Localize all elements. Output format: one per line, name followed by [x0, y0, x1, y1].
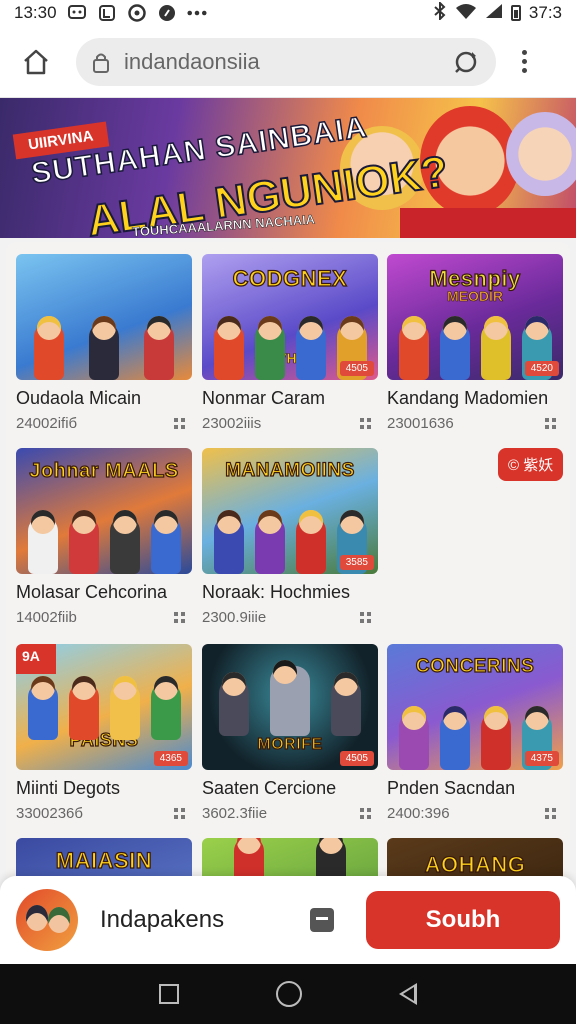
game-meta: 14002fiib [16, 609, 77, 626]
card-more-icon[interactable] [360, 807, 372, 820]
game-characters [202, 660, 378, 736]
bluetooth-icon [433, 0, 447, 25]
browser-toolbar: indandaonsiia [0, 26, 576, 98]
card-more-icon[interactable] [174, 611, 186, 624]
card-more-icon[interactable] [360, 611, 372, 624]
game-badge: 4505 [339, 751, 374, 766]
game-thumbnail[interactable]: MORIFE 4505 [202, 644, 378, 770]
bookmark-icon[interactable] [310, 908, 334, 932]
account-name[interactable]: Indapakens [100, 906, 310, 934]
game-logo: MAIASIN [55, 847, 153, 873]
notification-icon [97, 4, 117, 22]
game-logo-secondary: MEODIR [447, 288, 504, 305]
card-more-icon[interactable] [360, 417, 372, 430]
game-logo: AOHANG [424, 851, 526, 877]
compass-icon [157, 4, 177, 22]
game-title[interactable]: Saaten Cercione [202, 778, 378, 799]
game-card[interactable]: Johnar MAALS Molasar Cehcorina 14002fiib [16, 448, 192, 626]
browser-menu-button[interactable] [512, 42, 536, 82]
game-meta: 3300236б [16, 805, 83, 822]
game-meta: 2300.9iiie [202, 609, 267, 626]
game-meta: 3602.3fiie [202, 805, 268, 822]
game-title[interactable]: Noraak: Hochmies [202, 582, 378, 603]
card-more-icon[interactable] [545, 417, 557, 430]
game-card[interactable]: MORIFE 4505 Saaten Cercione 3602.3fiie [202, 644, 378, 822]
more-status-icon [187, 4, 207, 22]
game-thumbnail[interactable]: CONCERINS 4375 [387, 644, 563, 770]
game-badge: 4505 [339, 361, 374, 376]
game-meta: 23001636 [387, 415, 454, 432]
game-badge: 4375 [524, 751, 559, 766]
floating-badge[interactable]: © 紫妖 [498, 448, 564, 481]
game-card[interactable]: Oudaola Micain 24002ifiб [16, 254, 192, 432]
game-logo: CONCERINS [415, 655, 535, 677]
hero-character [506, 112, 576, 196]
game-characters [16, 504, 192, 574]
home-button[interactable] [14, 40, 58, 84]
game-card[interactable]: CODGNEX OIIIVHENS 4505 Nonmar Caram 2300… [202, 254, 378, 432]
avatar[interactable] [16, 889, 78, 951]
game-thumbnail[interactable]: 9A PAISNS 4365 [16, 644, 192, 770]
message-icon [67, 4, 87, 22]
game-badge: 4520 [524, 361, 559, 376]
card-more-icon[interactable] [545, 807, 557, 820]
recent-apps-icon[interactable] [158, 984, 179, 1004]
game-meta: 23002iiis [202, 415, 262, 432]
game-title[interactable]: Kandang Madomien [387, 388, 563, 409]
game-logo: MANAMOIINS [225, 459, 355, 481]
wifi-icon [455, 3, 477, 24]
game-characters [16, 670, 192, 740]
home-icon [24, 49, 48, 74]
promo-banner[interactable]: UIIRVINA SUTHAHAN SAINBAIA ALAL NGUNIOK?… [0, 98, 576, 238]
reload-icon[interactable] [452, 48, 480, 76]
game-title[interactable]: Pnden Sacndan [387, 778, 563, 799]
game-title[interactable]: Nonmar Caram [202, 388, 378, 409]
game-card[interactable]: 9A PAISNS 4365 Miinti Degots 3300236б [16, 644, 192, 822]
game-thumbnail[interactable]: Johnar MAALS [16, 448, 192, 574]
game-thumbnail[interactable] [16, 254, 192, 380]
system-nav-bar [0, 964, 576, 1024]
game-meta: 2400:396 [387, 805, 450, 822]
card-more-icon[interactable] [174, 417, 186, 430]
hero-outfit [400, 208, 576, 238]
home-nav-icon[interactable] [275, 981, 302, 1007]
game-logo: Johnar MAALS [29, 459, 179, 482]
status-bar: 13:30 37:3 [0, 0, 576, 26]
url-text[interactable]: indandaonsiia [124, 49, 452, 75]
game-title[interactable]: Miinti Degots [16, 778, 192, 799]
lock-icon [93, 53, 109, 73]
game-badge: 4365 [153, 751, 188, 766]
address-bar[interactable]: indandaonsiia [76, 37, 496, 86]
game-logo: CODGNEX [232, 265, 348, 291]
game-card[interactable]: Mesnpiy MEODIR 4520 Kandang Madomien 230… [387, 254, 563, 432]
signal-icon [485, 3, 503, 24]
back-icon[interactable] [399, 983, 418, 1005]
battery-level: 37:3 [528, 3, 562, 22]
clock-icon [127, 4, 147, 22]
battery-icon [510, 5, 521, 21]
game-thumbnail[interactable]: MANAMOIINS 3585 [202, 448, 378, 574]
game-card[interactable]: CONCERINS 4375 Pnden Sacndan 2400:396 [387, 644, 563, 822]
game-badge: 3585 [339, 555, 374, 570]
game-title[interactable]: Molasar Cehcorina [16, 582, 192, 603]
game-thumbnail[interactable]: Mesnpiy MEODIR 4520 [387, 254, 563, 380]
game-card[interactable]: MANAMOIINS 3585 Noraak: Hochmies 2300.9i… [202, 448, 378, 626]
game-thumbnail[interactable]: CODGNEX OIIIVHENS 4505 [202, 254, 378, 380]
game-meta: 24002ifiб [16, 415, 78, 432]
status-time: 13:30 [14, 3, 57, 22]
game-title[interactable]: Oudaola Micain [16, 388, 192, 409]
game-characters [16, 310, 192, 380]
game-grid: Oudaola Micain 24002ifiб CODGNEX OIIIVHE… [6, 242, 570, 882]
bottom-action-bar: Indapakens Soubh [0, 876, 576, 964]
search-button[interactable]: Soubh [366, 891, 560, 949]
card-more-icon[interactable] [174, 807, 186, 820]
